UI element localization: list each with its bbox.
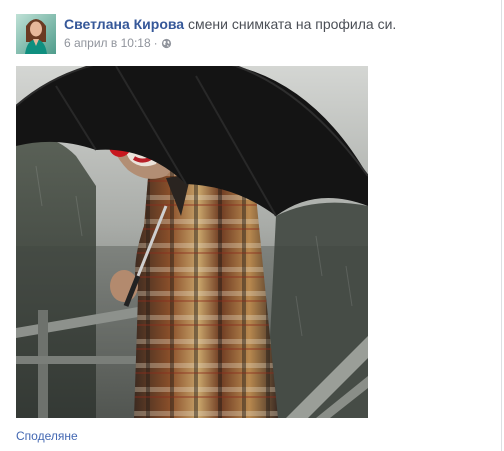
author-name-link[interactable]: Светлана Кирова [64,16,184,32]
share-link[interactable]: Споделяне [16,428,78,444]
post-headline: Светлана Кирова смени снимката на профил… [64,15,494,33]
post-action-text: смени снимката на профила си. [187,16,397,32]
post-meta: 6 април в 10:18 · [64,36,494,51]
post-header: Светлана Кирова смени снимката на профил… [64,15,494,51]
avatar[interactable] [16,14,56,54]
post-timestamp[interactable]: 6 април в 10:18 [64,36,151,51]
globe-icon[interactable] [161,38,172,49]
avatar-image [16,14,56,54]
feed-column-border [501,0,502,451]
meta-separator: · [153,36,158,50]
profile-photo[interactable] [16,66,368,418]
